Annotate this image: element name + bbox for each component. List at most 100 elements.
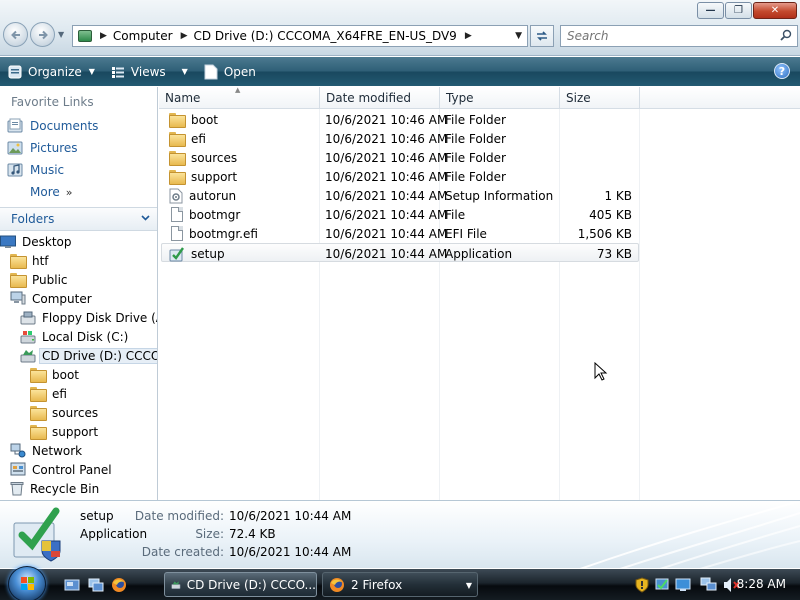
cd-drive-icon bbox=[78, 30, 92, 42]
file-row[interactable]: boot 10/6/2021 10:46 AM File Folder bbox=[161, 110, 639, 129]
folder-icon bbox=[30, 368, 47, 383]
chevron-down-icon: ▼ bbox=[465, 581, 472, 590]
show-desktop-icon[interactable] bbox=[64, 577, 80, 593]
minimize-button[interactable]: — bbox=[697, 2, 724, 19]
views-button[interactable]: Views ▼ bbox=[103, 57, 196, 86]
taskbar-item-explorer[interactable]: CD Drive (D:) CCCO... bbox=[164, 572, 317, 597]
tree-item-cd-drive[interactable]: CD Drive (D:) CCCOMA_X64FRE_EN-US_DV9 bbox=[0, 346, 157, 365]
file-size: 1 KB bbox=[604, 188, 632, 203]
refresh-button[interactable] bbox=[530, 25, 554, 47]
close-button[interactable]: ✕ bbox=[753, 2, 797, 19]
file-row[interactable]: bootmgr 10/6/2021 10:44 AM File 405 KB bbox=[161, 205, 639, 224]
details-size-label: Size: bbox=[195, 527, 224, 541]
file-row[interactable]: support 10/6/2021 10:46 AM File Folder bbox=[161, 167, 639, 186]
tree-item-efi[interactable]: efi bbox=[0, 384, 157, 403]
folders-header[interactable]: Folders bbox=[0, 207, 157, 231]
tree-item-control-panel[interactable]: Control Panel bbox=[0, 460, 157, 479]
open-button[interactable]: Open bbox=[196, 57, 264, 86]
file-row[interactable]: sources 10/6/2021 10:46 AM File Folder bbox=[161, 148, 639, 167]
floppy-icon bbox=[20, 311, 36, 324]
column-header-size[interactable]: Size bbox=[560, 87, 640, 109]
switch-windows-icon[interactable] bbox=[88, 577, 104, 593]
address-history-dropdown-icon[interactable]: ▼ bbox=[515, 31, 522, 41]
column-header-date-modified[interactable]: Date modified bbox=[320, 87, 440, 109]
back-button[interactable] bbox=[3, 22, 28, 47]
tree-item-htf[interactable]: htf bbox=[0, 251, 157, 270]
file-date: 10/6/2021 10:46 AM bbox=[325, 131, 448, 146]
minimize-icon: — bbox=[705, 5, 716, 16]
tree-item-desktop[interactable]: Desktop bbox=[0, 232, 157, 251]
file-type: Application bbox=[445, 246, 513, 261]
file-row[interactable]: autorun 10/6/2021 10:44 AM Setup Informa… bbox=[161, 186, 639, 205]
chevron-down-icon bbox=[140, 212, 151, 226]
file-row[interactable]: bootmgr.efi 10/6/2021 10:44 AM EFI File … bbox=[161, 224, 639, 243]
tree-item-computer[interactable]: Computer bbox=[0, 289, 157, 308]
file-type: File Folder bbox=[445, 169, 506, 184]
clock[interactable]: 8:28 AM bbox=[737, 577, 786, 591]
maximize-button[interactable]: ❐ bbox=[725, 2, 752, 19]
tree-item-sources[interactable]: sources bbox=[0, 403, 157, 422]
tree-item-boot[interactable]: boot bbox=[0, 365, 157, 384]
file-name-cell: boot bbox=[169, 110, 218, 129]
search-icon[interactable] bbox=[780, 29, 792, 41]
decorative-swoosh bbox=[579, 501, 800, 568]
address-bar[interactable]: ▶ Computer ▶ CD Drive (D:) CCCOMA_X64FRE… bbox=[72, 25, 528, 47]
window-controls: — ❐ ✕ bbox=[696, 2, 797, 19]
folder-icon bbox=[30, 387, 47, 402]
tree-item-floppy-drive[interactable]: Floppy Disk Drive (A:) bbox=[0, 308, 157, 327]
details-date-created-value: 10/6/2021 10:44 AM bbox=[229, 545, 352, 559]
forward-button[interactable] bbox=[30, 22, 55, 47]
breadcrumb-arrow-icon[interactable]: ▶ bbox=[465, 31, 472, 41]
network-status-icon[interactable] bbox=[700, 577, 718, 593]
column-header-name[interactable]: Name ▲ bbox=[159, 87, 320, 109]
windows-update-icon[interactable] bbox=[654, 577, 670, 593]
documents-icon bbox=[7, 118, 23, 133]
start-button[interactable] bbox=[8, 566, 46, 600]
organize-icon bbox=[8, 65, 22, 78]
favorite-link-music[interactable]: Music bbox=[0, 159, 157, 181]
tree-item-local-disk[interactable]: Local Disk (C:) bbox=[0, 327, 157, 346]
more-links-button[interactable]: More » bbox=[0, 181, 157, 203]
recent-pages-dropdown-icon[interactable]: ▼ bbox=[58, 30, 64, 39]
display-icon[interactable] bbox=[675, 577, 691, 593]
tree-item-support[interactable]: support bbox=[0, 422, 157, 441]
tree-item-network[interactable]: Network bbox=[0, 441, 157, 460]
file-row[interactable]: efi 10/6/2021 10:46 AM File Folder bbox=[161, 129, 639, 148]
column-label: Type bbox=[446, 90, 474, 105]
security-shield-icon[interactable] bbox=[635, 576, 649, 593]
tree-item-recycle-bin[interactable]: Recycle Bin bbox=[0, 479, 157, 498]
file-type: File Folder bbox=[445, 150, 506, 165]
setup-app-icon bbox=[169, 246, 184, 261]
desktop-icon bbox=[0, 235, 16, 248]
column-header-blank bbox=[640, 87, 800, 109]
help-icon[interactable]: ? bbox=[774, 63, 790, 79]
favorite-link-pictures[interactable]: Pictures bbox=[0, 137, 157, 159]
breadcrumb-arrow-icon[interactable]: ▶ bbox=[100, 31, 107, 41]
breadcrumb-arrow-icon[interactable]: ▶ bbox=[181, 31, 188, 41]
taskbar-item-firefox[interactable]: 2 Firefox ▼ bbox=[322, 572, 478, 597]
search-input[interactable] bbox=[567, 29, 767, 43]
firefox-quicklaunch-icon[interactable] bbox=[111, 577, 127, 593]
file-list: Name ▲ Date modified Type Size boot 10/6… bbox=[159, 87, 800, 500]
file-name-cell: support bbox=[169, 167, 237, 186]
column-label: Date modified bbox=[326, 90, 412, 105]
file-type: File Folder bbox=[445, 112, 506, 127]
file-date: 10/6/2021 10:44 AM bbox=[325, 207, 448, 222]
tree-item-label: CD Drive (D:) CCCOMA_X64FRE_EN-US_DV9 bbox=[38, 347, 157, 364]
file-row-selected[interactable]: setup 10/6/2021 10:44 AM Application 73 … bbox=[161, 243, 639, 262]
title-bar: — ❐ ✕ ▼ ▶ Computer ▶ CD Drive (D:) CCCOM… bbox=[0, 0, 800, 56]
column-header-type[interactable]: Type bbox=[440, 87, 560, 109]
column-label: Size bbox=[566, 90, 591, 105]
tree-item-label: Control Panel bbox=[32, 462, 112, 477]
favorite-link-documents[interactable]: Documents bbox=[0, 115, 157, 137]
search-box[interactable] bbox=[560, 25, 798, 47]
tree-item-public[interactable]: Public bbox=[0, 270, 157, 289]
breadcrumb-cd-drive[interactable]: CD Drive (D:) CCCOMA_X64FRE_EN-US_DV9 bbox=[194, 29, 457, 43]
command-bar: Organize ▼ Views ▼ Open ? bbox=[0, 57, 800, 86]
breadcrumb-computer[interactable]: Computer bbox=[113, 29, 173, 43]
more-label: More bbox=[30, 185, 60, 199]
file-size: 1,506 KB bbox=[577, 226, 632, 241]
organize-button[interactable]: Organize ▼ bbox=[0, 57, 103, 86]
chevron-down-icon[interactable]: ▼ bbox=[182, 67, 188, 76]
file-date: 10/6/2021 10:44 AM bbox=[325, 188, 448, 203]
